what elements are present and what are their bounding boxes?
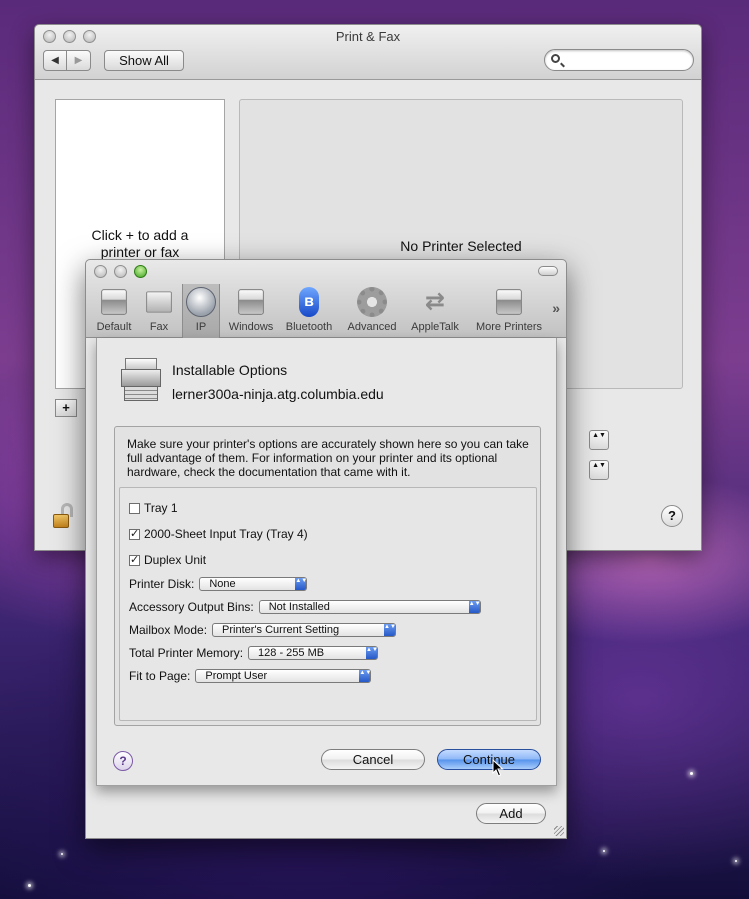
toolbar-toggle-button[interactable] — [538, 266, 558, 276]
toolbar-ip[interactable]: IP — [182, 284, 220, 338]
search-icon — [551, 54, 560, 63]
printer-disk-popup[interactable]: None ▲▼ — [199, 577, 308, 591]
toolbar-windows[interactable]: Windows — [226, 284, 276, 338]
star — [690, 772, 693, 775]
toolbar-appletalk[interactable]: ⇄ AppleTalk — [406, 284, 464, 338]
output-bins-popup[interactable]: Not Installed ▲▼ — [258, 600, 481, 614]
chevron-updown-icon: ▲▼ — [468, 601, 481, 613]
window-title: Print & Fax — [335, 29, 401, 44]
default-printer-popup-stepper[interactable]: ▲▼ — [589, 430, 609, 450]
toolbar-label: Fax — [149, 321, 169, 333]
bluetooth-icon: ʙ — [299, 287, 319, 317]
option-label: Mailbox Mode: — [129, 623, 208, 637]
mailbox-mode-popup[interactable]: Printer's Current Setting ▲▼ — [212, 623, 397, 637]
tray4-option[interactable]: ✓ 2000-Sheet Input Tray (Tray 4) — [129, 527, 308, 541]
option-label: Duplex Unit — [144, 553, 207, 567]
printer-memory-row: Total Printer Memory: 128 - 255 MB ▲▼ — [129, 646, 379, 660]
cancel-button[interactable]: Cancel — [321, 749, 425, 770]
printer-list-hint: Click + to add a printer or fax — [56, 227, 224, 261]
popup-value: Prompt User — [205, 670, 268, 682]
toolbar-label: Bluetooth — [285, 321, 333, 333]
fit-to-page-popup[interactable]: Prompt User ▲▼ — [195, 669, 372, 683]
chevron-updown-icon: ▲▼ — [366, 647, 378, 659]
back-arrow-icon[interactable]: ◀ — [43, 50, 67, 71]
toolbar-more-printers[interactable]: More Printers — [470, 284, 548, 338]
star — [61, 853, 63, 855]
output-bins-row: Accessory Output Bins: Not Installed ▲▼ — [129, 600, 481, 614]
option-label: Tray 1 — [144, 501, 178, 515]
option-label: Total Printer Memory: — [129, 646, 244, 660]
toolbar-label: Advanced — [347, 321, 397, 333]
toolbar-label: AppleTalk — [411, 321, 459, 333]
resize-grip[interactable] — [554, 826, 564, 836]
option-label: Accessory Output Bins: — [129, 600, 254, 614]
chevron-updown-icon: ▲▼ — [359, 670, 371, 682]
arrows-icon: ⇄ — [424, 288, 446, 315]
chevron-updown-icon: ▲▼ — [384, 624, 396, 636]
help-button[interactable]: ? — [661, 505, 683, 527]
add-printer-window: Default Fax IP Windows ʙ Bluetooth Advan… — [85, 259, 567, 839]
mouse-pointer-icon — [492, 759, 504, 777]
toolbar-default[interactable]: Default — [92, 284, 136, 338]
printer-icon — [121, 358, 161, 402]
tray1-option[interactable]: Tray 1 — [129, 501, 178, 515]
add-button[interactable]: Add — [476, 803, 546, 824]
zoom-window-button[interactable] — [134, 265, 147, 278]
toolbar-overflow-icon[interactable]: » — [552, 300, 560, 316]
toolbar: Default Fax IP Windows ʙ Bluetooth Advan… — [86, 260, 566, 338]
duplex-option[interactable]: ✓ Duplex Unit — [129, 553, 206, 567]
printer-icon — [496, 289, 522, 315]
sheet-title: Installable Options — [172, 362, 288, 378]
option-label: Fit to Page: — [129, 669, 191, 683]
printer-icon — [101, 289, 127, 315]
popup-value: None — [209, 578, 236, 590]
installable-options-sheet: Installable Options lerner300a-ninja.atg… — [96, 338, 557, 786]
toolbar-label: Windows — [228, 321, 274, 333]
options-list: Tray 1 ✓ 2000-Sheet Input Tray (Tray 4) … — [119, 487, 537, 721]
default-paper-popup-stepper[interactable]: ▲▼ — [589, 460, 609, 480]
back-forward-control: ◀ ▶ — [43, 50, 91, 71]
star — [28, 884, 31, 887]
gear-icon — [357, 287, 387, 317]
toolbar-label: More Printers — [475, 321, 543, 333]
continue-button[interactable]: Continue — [437, 749, 541, 770]
globe-icon — [186, 287, 216, 317]
show-all-button[interactable]: Show All — [104, 50, 184, 71]
star — [603, 850, 605, 852]
options-group: Make sure your printer's options are acc… — [114, 426, 541, 726]
chevron-updown-icon: ▲▼ — [295, 578, 307, 590]
star — [735, 860, 737, 862]
minimize-window-button[interactable] — [114, 265, 127, 278]
search-input[interactable] — [544, 49, 694, 71]
hint-line: Click + to add a — [91, 227, 189, 243]
toolbar-fax[interactable]: Fax — [142, 284, 176, 338]
forward-arrow-icon[interactable]: ▶ — [67, 50, 91, 71]
toolbar-bluetooth[interactable]: ʙ Bluetooth — [282, 284, 336, 338]
popup-value: Printer's Current Setting — [222, 624, 340, 636]
lock-icon[interactable] — [53, 503, 75, 529]
fax-icon — [146, 291, 172, 313]
add-printer-plus-button[interactable]: + — [55, 399, 77, 417]
no-printer-selected-label: No Printer Selected — [400, 238, 522, 254]
toolbar-label: IP — [195, 321, 207, 333]
titlebar: Print & Fax ◀ ▶ Show All — [35, 25, 701, 80]
option-label: 2000-Sheet Input Tray (Tray 4) — [144, 527, 308, 541]
printer-disk-row: Printer Disk: None ▲▼ — [129, 577, 308, 591]
tray4-checkbox[interactable]: ✓ — [129, 528, 140, 540]
popup-value: Not Installed — [268, 601, 330, 613]
duplex-checkbox[interactable]: ✓ — [129, 554, 140, 566]
printer-memory-popup[interactable]: 128 - 255 MB ▲▼ — [248, 646, 379, 660]
fit-to-page-row: Fit to Page: Prompt User ▲▼ — [129, 669, 372, 683]
toolbar-label: Default — [96, 321, 132, 333]
options-description: Make sure your printer's options are acc… — [127, 437, 529, 479]
popup-value: 128 - 255 MB — [258, 647, 325, 659]
toolbar-advanced[interactable]: Advanced — [344, 284, 400, 338]
option-label: Printer Disk: — [129, 577, 195, 591]
mailbox-mode-row: Mailbox Mode: Printer's Current Setting … — [129, 623, 397, 637]
printer-hostname: lerner300a-ninja.atg.columbia.edu — [172, 386, 384, 402]
tray1-checkbox[interactable] — [129, 502, 140, 514]
close-window-button[interactable] — [94, 265, 107, 278]
help-button[interactable]: ? — [113, 751, 133, 771]
printer-icon — [238, 289, 264, 315]
